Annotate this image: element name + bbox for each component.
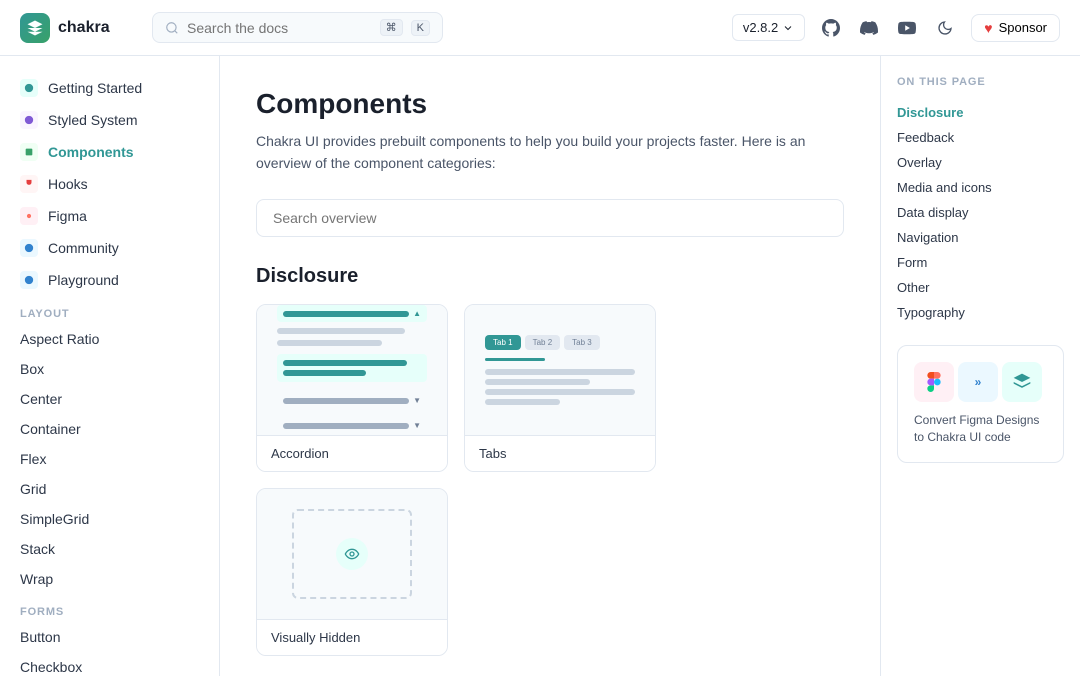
convert-figma-card[interactable]: » Convert Figma Designs to Chakra UI cod… <box>897 345 1064 463</box>
toc-link-other[interactable]: Other <box>897 275 1064 300</box>
logo[interactable]: chakra <box>20 13 140 43</box>
chakra-logo-icon <box>1002 362 1042 402</box>
sidebar-item-stack[interactable]: Stack <box>0 534 219 564</box>
visually-hidden-card[interactable]: Visually Hidden <box>256 488 448 656</box>
playground-dot <box>20 271 38 289</box>
sidebar-item-playground[interactable]: Playground <box>0 264 219 296</box>
eye-icon <box>336 538 368 570</box>
version-button[interactable]: v2.8.2 <box>732 14 805 41</box>
sidebar-item-wrap[interactable]: Wrap <box>0 564 219 594</box>
tabs-preview: Tab 1 Tab 2 Tab 3 <box>465 305 655 435</box>
heart-icon: ♥ <box>984 20 992 36</box>
figma-logo-icon <box>914 362 954 402</box>
convert-icons: » <box>914 362 1047 402</box>
playground-label: Playground <box>48 272 119 288</box>
toc-link-form[interactable]: Form <box>897 250 1064 275</box>
app-container: chakra ⌘ K v2.8.2 <box>0 0 1080 676</box>
toc-link-media-icons[interactable]: Media and icons <box>897 175 1064 200</box>
layout-section-label: LAYOUT <box>0 296 219 324</box>
sidebar-item-button[interactable]: Button <box>0 622 219 652</box>
header-icons <box>817 14 959 42</box>
getting-started-label: Getting Started <box>48 80 142 96</box>
community-dot <box>20 239 38 257</box>
sidebar: Getting Started Styled System Components… <box>0 56 220 676</box>
toc-link-data-display[interactable]: Data display <box>897 200 1064 225</box>
styled-system-dot <box>20 111 38 129</box>
visually-hidden-label: Visually Hidden <box>257 619 447 655</box>
page-title: Components <box>256 88 844 120</box>
sidebar-item-hooks[interactable]: Hooks <box>0 168 219 200</box>
sidebar-item-styled-system[interactable]: Styled System <box>0 104 219 136</box>
sidebar-item-community[interactable]: Community <box>0 232 219 264</box>
theme-toggle-icon[interactable] <box>931 14 959 42</box>
accordion-label: Accordion <box>257 435 447 471</box>
search-input[interactable] <box>187 20 372 36</box>
sidebar-item-box[interactable]: Box <box>0 354 219 384</box>
sidebar-item-container[interactable]: Container <box>0 414 219 444</box>
accordion-preview: ▲ ▼ <box>257 305 447 435</box>
search-bar[interactable]: ⌘ K <box>152 12 443 43</box>
disclosure-section-title: Disclosure <box>256 265 844 288</box>
figma-dot <box>20 207 38 225</box>
header: chakra ⌘ K v2.8.2 <box>0 0 1080 56</box>
discord-icon[interactable] <box>855 14 883 42</box>
youtube-icon[interactable] <box>893 14 921 42</box>
tabs-label: Tabs <box>465 435 655 471</box>
convert-card-text: Convert Figma Designs to Chakra UI code <box>914 412 1047 446</box>
sidebar-item-getting-started[interactable]: Getting Started <box>0 72 219 104</box>
logo-icon <box>20 13 50 43</box>
community-label: Community <box>48 240 119 256</box>
disclosure-cards-grid: ▲ ▼ <box>256 304 844 656</box>
sidebar-item-components[interactable]: Components <box>0 136 219 168</box>
kbd-k: K <box>411 20 430 36</box>
figma-label: Figma <box>48 208 87 224</box>
logo-text: chakra <box>58 19 110 37</box>
toc-link-disclosure[interactable]: Disclosure <box>897 100 1064 125</box>
search-icon <box>165 21 179 35</box>
components-dot <box>20 143 38 161</box>
toc-link-navigation[interactable]: Navigation <box>897 225 1064 250</box>
hooks-dot <box>20 175 38 193</box>
toc-link-feedback[interactable]: Feedback <box>897 125 1064 150</box>
toc-link-overlay[interactable]: Overlay <box>897 150 1064 175</box>
sidebar-item-figma[interactable]: Figma <box>0 200 219 232</box>
chevron-down-icon <box>782 22 794 34</box>
arrow-right-icon: » <box>958 362 998 402</box>
right-sidebar: ON THIS PAGE Disclosure Feedback Overlay… <box>880 56 1080 676</box>
kbd-cmd: ⌘ <box>380 19 403 36</box>
sidebar-item-checkbox[interactable]: Checkbox <box>0 652 219 676</box>
toc-link-typography[interactable]: Typography <box>897 300 1064 325</box>
sidebar-item-simplegrid[interactable]: SimpleGrid <box>0 504 219 534</box>
tabs-card[interactable]: Tab 1 Tab 2 Tab 3 <box>464 304 656 472</box>
github-icon[interactable] <box>817 14 845 42</box>
sponsor-label: Sponsor <box>999 20 1047 35</box>
sidebar-item-flex[interactable]: Flex <box>0 444 219 474</box>
hooks-label: Hooks <box>48 176 88 192</box>
main-content: Components Chakra UI provides prebuilt c… <box>220 56 880 676</box>
sidebar-item-grid[interactable]: Grid <box>0 474 219 504</box>
accordion-card[interactable]: ▲ ▼ <box>256 304 448 472</box>
version-label: v2.8.2 <box>743 20 778 35</box>
body: Getting Started Styled System Components… <box>0 56 1080 676</box>
vh-preview <box>257 489 447 619</box>
sidebar-item-aspect-ratio[interactable]: Aspect Ratio <box>0 324 219 354</box>
forms-section-label: FORMS <box>0 594 219 622</box>
sidebar-item-center[interactable]: Center <box>0 384 219 414</box>
page-description: Chakra UI provides prebuilt components t… <box>256 130 844 175</box>
getting-started-dot <box>20 79 38 97</box>
toc-heading: ON THIS PAGE <box>897 76 1064 88</box>
sponsor-button[interactable]: ♥ Sponsor <box>971 14 1060 42</box>
components-label: Components <box>48 144 134 160</box>
search-overview-input[interactable] <box>256 199 844 237</box>
styled-system-label: Styled System <box>48 112 137 128</box>
